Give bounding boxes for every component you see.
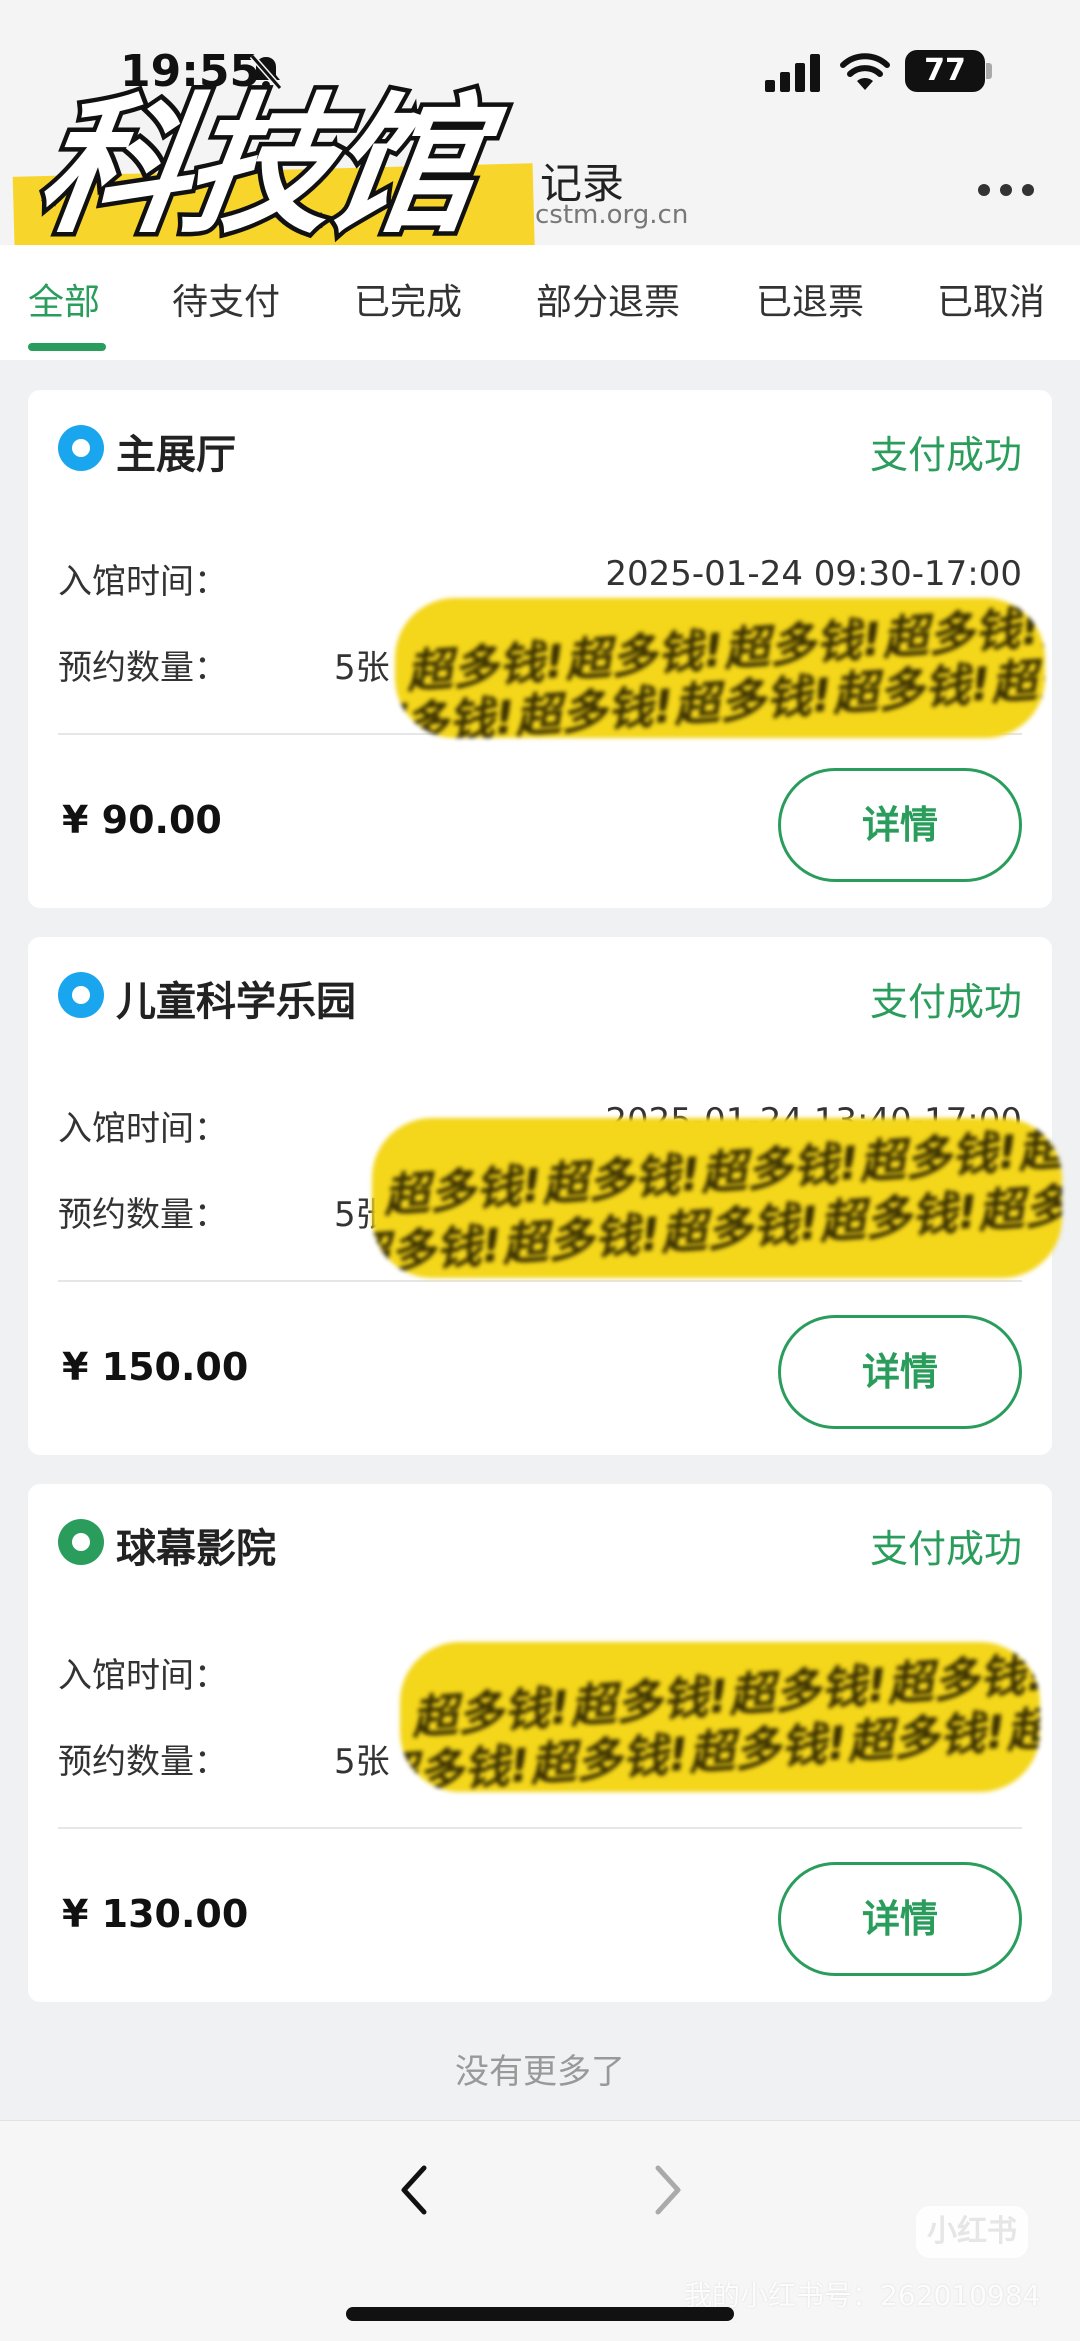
payment-status: 支付成功 [869, 980, 1022, 1024]
quantity-label: 预约数量： [58, 1195, 228, 1235]
cellular-signal-icon [765, 54, 820, 92]
home-indicator[interactable] [346, 2307, 734, 2321]
entry-time-value: 2025-01-24 09:30-17:00 [605, 554, 1022, 594]
wifi-icon [840, 53, 890, 90]
watermark-text: 我的小红书号：262010984 [684, 2279, 1041, 2312]
quantity-label: 预约数量： [58, 648, 228, 688]
back-arrow-icon[interactable] [392, 2162, 436, 2218]
venue-name: 球幕影院 [116, 1526, 276, 1572]
battery-indicator: 77 [905, 50, 985, 92]
divider [58, 1280, 1022, 1282]
venue-status-dot [58, 1519, 104, 1565]
venue-name: 儿童科学乐园 [116, 979, 356, 1025]
tab-all[interactable]: 全部 [28, 273, 100, 325]
entry-time-label: 入馆时间： [58, 562, 228, 602]
battery-tip [986, 63, 992, 79]
redaction-scribble: 超多钱!超多钱!超多钱!超多钱!超多钱! 超多钱!超多钱!超多钱!超多钱!超多钱… [395, 598, 1045, 738]
details-button[interactable]: 详情 [778, 1862, 1022, 1976]
venue-name: 主展厅 [116, 432, 236, 478]
sticker-title: 科技馆 [23, 76, 488, 259]
tab-pending-payment[interactable]: 待支付 [172, 273, 280, 325]
details-button[interactable]: 详情 [778, 768, 1022, 882]
tab-completed[interactable]: 已完成 [354, 273, 462, 325]
active-tab-indicator [28, 343, 106, 351]
watermark-logo: 小红书 [916, 2206, 1028, 2258]
tab-cancelled[interactable]: 已取消 [937, 273, 1045, 325]
tab-partial-refund[interactable]: 部分退票 [536, 273, 680, 325]
quantity-value: 5张 [334, 1742, 390, 1782]
redaction-scribble: 超多钱!超多钱!超多钱!超多钱!超多钱! 超多钱!超多钱!超多钱!超多钱!超多钱… [372, 1118, 1062, 1278]
divider [58, 1827, 1022, 1829]
payment-status: 支付成功 [869, 433, 1022, 477]
quantity-label: 预约数量： [58, 1742, 228, 1782]
venue-status-dot [58, 972, 104, 1018]
order-tabs: 全部 待支付 已完成 部分退票 已退票 已取消 [0, 245, 1080, 360]
entry-time-label: 入馆时间： [58, 1656, 228, 1696]
page-subtitle: cstm.org.cn [535, 200, 689, 230]
tab-refunded[interactable]: 已退票 [756, 273, 864, 325]
end-of-list-text: 没有更多了 [455, 2052, 625, 2092]
redaction-scribble: 超多钱!超多钱!超多钱!超多钱!超多钱! 超多钱!超多钱!超多钱!超多钱!超多钱… [400, 1642, 1040, 1792]
quantity-value: 5张 [334, 648, 390, 688]
more-options-icon[interactable] [978, 184, 1034, 198]
order-price: ¥ 130.00 [62, 1892, 249, 1936]
payment-status: 支付成功 [869, 1527, 1022, 1571]
details-button[interactable]: 详情 [778, 1315, 1022, 1429]
venue-status-dot [58, 425, 104, 471]
order-price: ¥ 90.00 [62, 798, 222, 842]
entry-time-label: 入馆时间： [58, 1109, 228, 1149]
forward-arrow-icon[interactable] [646, 2162, 690, 2218]
order-price: ¥ 150.00 [62, 1345, 249, 1389]
